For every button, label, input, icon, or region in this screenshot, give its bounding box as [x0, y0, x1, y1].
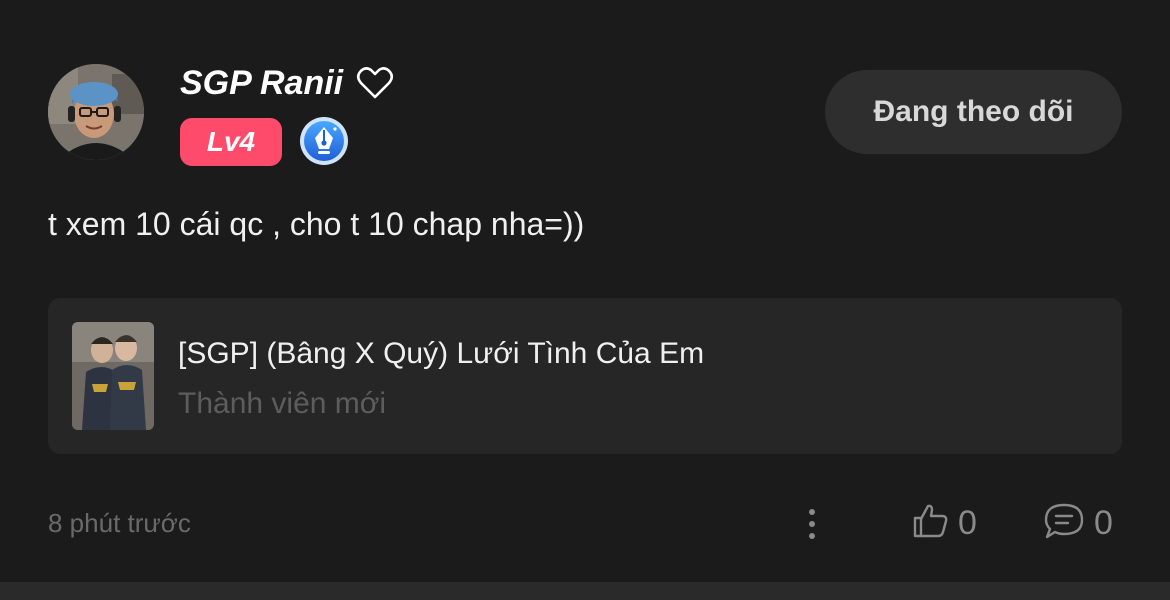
following-button[interactable]: Đang theo dõi	[825, 70, 1122, 154]
like-button[interactable]: 0	[910, 500, 977, 546]
like-count: 0	[958, 504, 977, 542]
story-title: [SGP] (Bâng X Quý) Lưới Tình Của Em	[178, 337, 705, 370]
level-badge: Lv4	[180, 118, 282, 166]
post-card: SGP Ranii Lv4 Đang theo dõi t xem 10 cái…	[0, 0, 1170, 582]
pen-nib-badge-icon	[299, 116, 349, 166]
thumbs-up-icon	[910, 501, 950, 546]
comment-icon	[1042, 501, 1086, 546]
story-subtitle: Thành viên mới	[178, 387, 387, 420]
comment-button[interactable]: 0	[1042, 500, 1113, 546]
next-item-divider	[0, 582, 1170, 600]
linked-story-card[interactable]: [SGP] (Bâng X Quý) Lưới Tình Của Em Thàn…	[48, 298, 1122, 454]
comment-count: 0	[1094, 504, 1113, 542]
author-name[interactable]: SGP Ranii	[180, 60, 343, 106]
post-timestamp: 8 phút trước	[48, 508, 191, 538]
more-vertical-icon[interactable]	[800, 504, 824, 544]
post-text: t xem 10 cái qc , cho t 10 chap nha=))	[48, 206, 585, 242]
author-name-row[interactable]: SGP Ranii	[180, 60, 395, 106]
heart-outline-icon	[355, 63, 395, 103]
story-cover-image	[72, 322, 154, 430]
author-avatar[interactable]	[48, 64, 144, 160]
